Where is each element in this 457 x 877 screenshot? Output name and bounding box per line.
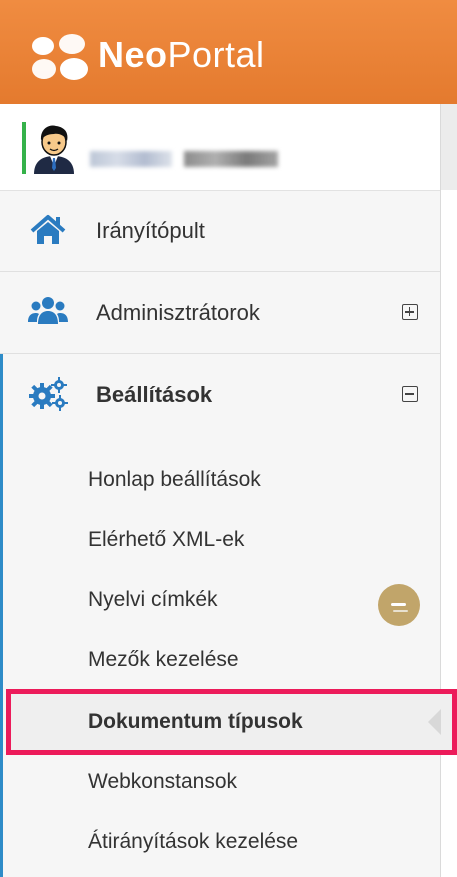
badge-icon: [378, 584, 420, 626]
menu-item-administrators[interactable]: Adminisztrátorok: [0, 272, 440, 354]
submenu-item-label: Webkonstansok: [88, 770, 238, 793]
menu-item-label: Irányítópult: [96, 218, 205, 243]
brand-logo-text: NeoPortal: [98, 34, 265, 76]
submenu-item-document-types[interactable]: Dokumentum típusok: [0, 692, 440, 752]
menu-item-label: Beállítások: [96, 382, 213, 407]
submenu-item-web-constants[interactable]: Webkonstansok: [0, 752, 440, 812]
menu-item-dashboard[interactable]: Irányítópult: [0, 190, 440, 272]
collapse-icon[interactable]: [402, 386, 418, 402]
brand-bold: Neo: [98, 34, 168, 75]
submenu-item-available-xml[interactable]: Elérhető XML-ek: [0, 510, 440, 570]
online-indicator: [22, 122, 26, 174]
submenu-item-language-labels[interactable]: Nyelvi címkék: [0, 570, 440, 630]
submenu-item-label: Mezők kezelése: [88, 648, 239, 671]
submenu-item-label: Dokumentum típusok: [88, 710, 303, 733]
user-avatar-icon: [28, 122, 80, 174]
brand-regular: Portal: [167, 34, 265, 75]
home-icon: [30, 215, 66, 244]
logo-icon: [32, 34, 88, 80]
menu-item-label: Adminisztrátorok: [96, 300, 260, 325]
user-name-blurred: [90, 151, 172, 167]
users-icon: [28, 297, 68, 324]
submenu-item-redirects[interactable]: Átirányítások kezelése: [0, 812, 440, 872]
submenu-item-label: Nyelvi címkék: [88, 588, 218, 611]
submenu-item-homepage-settings[interactable]: Honlap beállítások: [0, 450, 440, 510]
submenu-item-field-management[interactable]: Mezők kezelése: [0, 630, 440, 690]
user-name-blurred: [184, 151, 278, 167]
submenu-item-label: Honlap beállítások: [88, 468, 261, 491]
cogs-icon: [29, 377, 68, 411]
user-profile[interactable]: [0, 104, 440, 191]
sidebar: Irányítópult Adminisztrátorok Beállításo…: [0, 104, 457, 877]
active-indicator-arrow: [428, 709, 441, 735]
menu-item-settings[interactable]: Beállítások: [0, 354, 440, 436]
app-header: NeoPortal: [0, 0, 457, 104]
expand-icon[interactable]: [402, 304, 418, 320]
submenu-item-label: Átirányítások kezelése: [88, 830, 299, 853]
submenu-item-label: Elérhető XML-ek: [88, 528, 245, 551]
